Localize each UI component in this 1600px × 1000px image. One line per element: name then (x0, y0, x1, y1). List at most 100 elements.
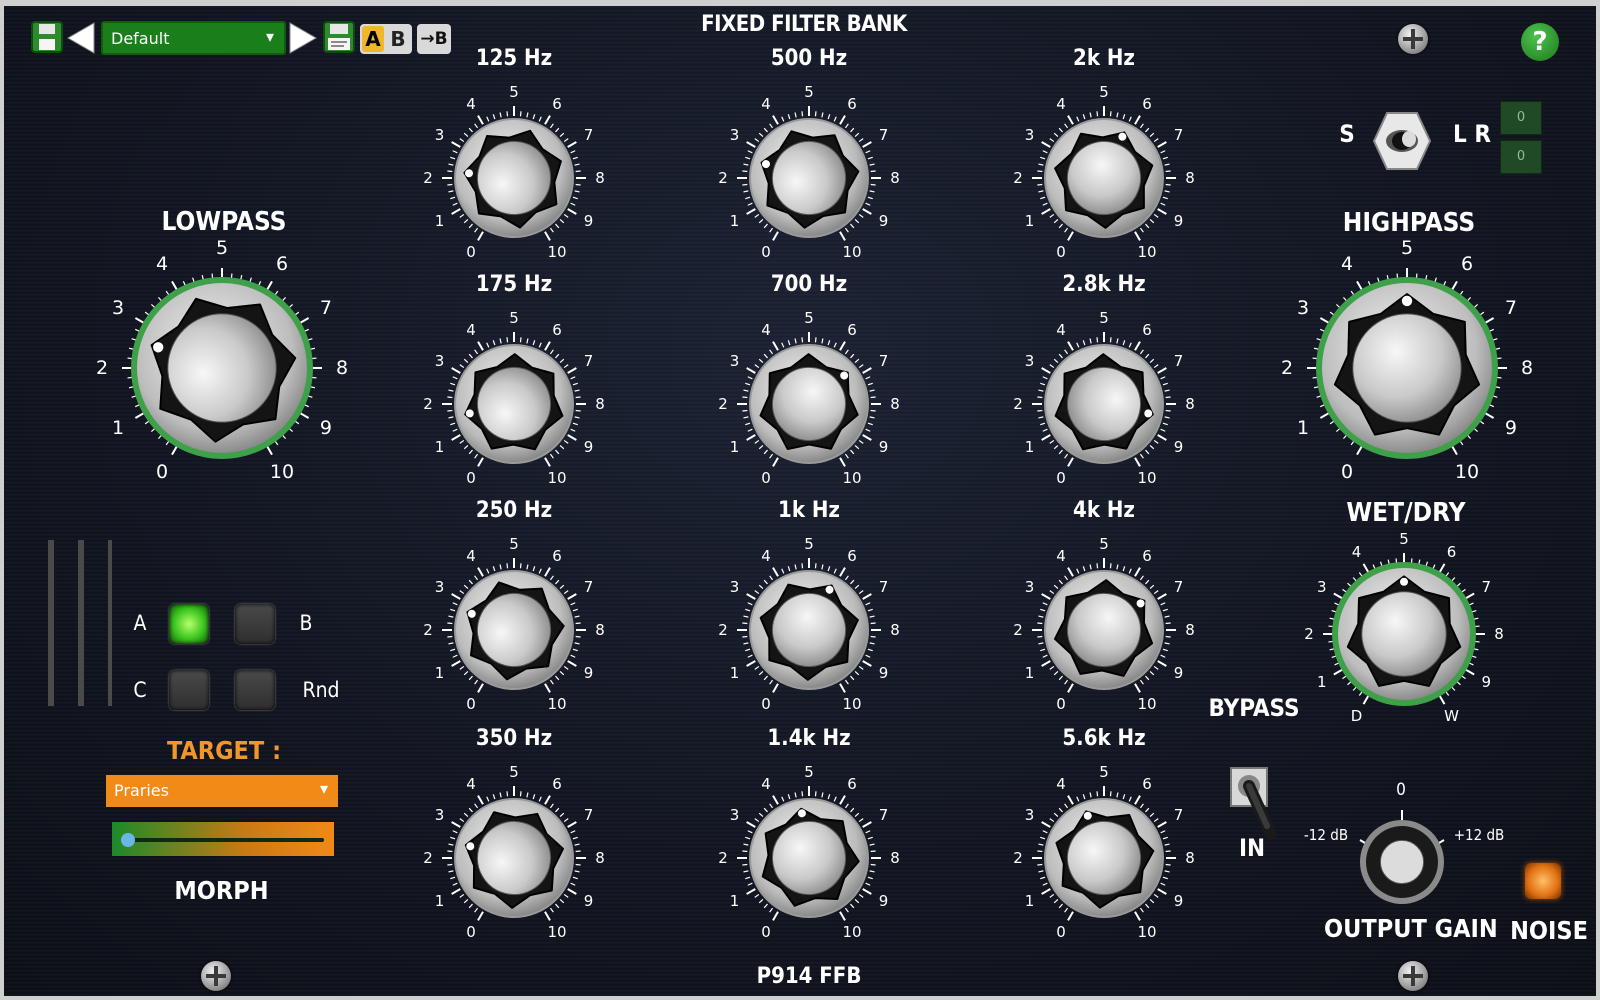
wetdry-knob-scale-8: 8 (1494, 625, 1504, 643)
target-value: Praries (114, 781, 169, 800)
morph-a-button[interactable] (169, 604, 209, 644)
band-knob-3-scale-9: 9 (583, 438, 594, 456)
band-knob-11-scale-10: 10 (1137, 923, 1157, 942)
band-knob-6-scale-10: 10 (547, 695, 567, 714)
band-label-11: 5.6k Hz (1062, 726, 1146, 751)
save-icon[interactable] (30, 20, 64, 54)
lowpass-knob[interactable] (76, 222, 368, 514)
highpass-knob[interactable] (1261, 222, 1553, 514)
band-knob-6-scale-4: 4 (466, 546, 476, 565)
band-knob-10-scale-0: 0 (761, 923, 771, 942)
morph-b-label: B (299, 611, 313, 635)
lowpass-knob-scale-6: 6 (275, 253, 289, 276)
band-knob-7-scale-3: 3 (729, 578, 740, 596)
band-label-6: 250 Hz (475, 498, 553, 523)
highpass-knob-scale-9: 9 (1504, 417, 1517, 439)
band-knob-6-scale-3: 3 (434, 578, 445, 596)
band-knob-9-scale-10: 10 (547, 923, 567, 942)
morph-a-label: A (133, 611, 147, 635)
band-knob-6-scale-7: 7 (583, 578, 594, 596)
target-select[interactable]: Praries ▾ (106, 775, 338, 807)
band-knob-9-scale-6: 6 (552, 774, 562, 793)
band-knob-11-scale-8: 8 (1185, 849, 1195, 867)
band-knob-4-scale-8: 8 (890, 395, 900, 413)
band-knob-9-scale-3: 3 (434, 806, 445, 824)
band-knob-11-scale-1: 1 (1024, 892, 1035, 910)
band-knob-3-scale-10: 10 (547, 469, 567, 488)
band-knob-11-scale-0: 0 (1056, 923, 1066, 942)
band-knob-8-scale-9: 9 (1173, 664, 1184, 682)
noise-led-button[interactable] (1525, 863, 1561, 899)
band-knob-2-scale-4: 4 (1056, 94, 1066, 113)
band-knob-0-scale-10: 10 (547, 243, 567, 262)
morph-slider-thumb[interactable] (121, 833, 135, 847)
morph-rnd-button[interactable] (235, 670, 275, 710)
band-label-9: 350 Hz (475, 726, 553, 751)
band-knob-8-scale-10: 10 (1137, 695, 1157, 714)
wetdry-knob-scale-10: W (1444, 707, 1459, 726)
plugin-title: FIXED FILTER BANK (701, 12, 907, 37)
wetdry-knob-scale-9: 9 (1481, 672, 1492, 691)
band-knob-3-scale-4: 4 (466, 320, 476, 339)
band-knob-5-scale-0: 0 (1056, 469, 1066, 488)
ab-b-label: B (390, 27, 406, 51)
band-knob-7-scale-5: 5 (804, 535, 814, 553)
stereo-value-1: 0 (1500, 101, 1542, 135)
band-knob-0-scale-7: 7 (583, 126, 594, 144)
band-knob-0-scale-0: 0 (466, 243, 476, 262)
band-knob-1-scale-1: 1 (729, 212, 740, 230)
band-knob-8-scale-8: 8 (1185, 621, 1195, 639)
band-knob-5-scale-6: 6 (1142, 320, 1152, 339)
band-label-4: 700 Hz (770, 272, 848, 297)
band-knob-8-scale-6: 6 (1142, 546, 1152, 565)
stereo-s-label: S (1339, 120, 1355, 148)
band-knob-6-scale-8: 8 (595, 621, 605, 639)
help-button[interactable]: ? (1521, 23, 1559, 61)
morph-c-button[interactable] (169, 670, 209, 710)
output-gain-knob[interactable] (1342, 802, 1462, 922)
band-knob-7-scale-1: 1 (729, 664, 740, 682)
band-knob-3-scale-7: 7 (583, 352, 594, 370)
band-knob-4-scale-9: 9 (878, 438, 889, 456)
band-knob-3-scale-5: 5 (509, 309, 519, 327)
band-knob-10-scale-1: 1 (729, 892, 740, 910)
wetdry-knob-scale-5: 5 (1399, 530, 1409, 548)
next-preset-arrow-icon[interactable] (286, 20, 320, 56)
previous-preset-arrow-icon[interactable] (64, 20, 98, 56)
band-knob-1-scale-6: 6 (847, 94, 857, 113)
band-knob-10-scale-4: 4 (761, 774, 771, 793)
band-knob-9-scale-9: 9 (583, 892, 594, 910)
band-label-0: 125 Hz (475, 46, 553, 71)
stereo-mode-toggle[interactable] (1371, 110, 1433, 172)
band-knob-2-scale-5: 5 (1099, 83, 1109, 101)
wetdry-knob-scale-4: 4 (1351, 542, 1362, 561)
wetdry-label: WET/DRY (1346, 498, 1466, 528)
band-knob-0-scale-9: 9 (583, 212, 594, 230)
band-label-8: 4k Hz (1073, 498, 1135, 523)
band-knob-10-scale-3: 3 (729, 806, 740, 824)
morph-slider[interactable] (112, 822, 334, 856)
output-gain-label: OUTPUT GAIN (1324, 914, 1498, 943)
output-gain-center-label: 0 (1396, 780, 1406, 800)
band-knob-10-scale-2: 2 (718, 849, 728, 867)
band-knob-10-scale-7: 7 (878, 806, 889, 824)
band-knob-1-scale-2: 2 (718, 169, 728, 187)
save-as-icon[interactable] (322, 20, 356, 54)
meter-bar-mid (78, 540, 84, 706)
band-knob-4-scale-6: 6 (847, 320, 857, 339)
band-knob-11-scale-7: 7 (1173, 806, 1184, 824)
ab-compare-button[interactable]: A B (360, 24, 412, 54)
preset-name: Default (111, 29, 170, 48)
band-knob-1-scale-4: 4 (761, 94, 771, 113)
band-knob-4-scale-5: 5 (804, 309, 814, 327)
band-knob-7-scale-2: 2 (718, 621, 728, 639)
morph-b-button[interactable] (235, 604, 275, 644)
highpass-knob-scale-7: 7 (1504, 297, 1517, 319)
band-knob-9-scale-0: 0 (466, 923, 476, 942)
highpass-label: HIGHPASS (1342, 208, 1476, 238)
band-knob-6-scale-0: 0 (466, 695, 476, 714)
band-knob-7-scale-0: 0 (761, 695, 771, 714)
band-knob-9-scale-8: 8 (595, 849, 605, 867)
preset-select[interactable]: Default ▾ (101, 21, 286, 55)
band-knob-2-scale-1: 1 (1024, 212, 1035, 230)
